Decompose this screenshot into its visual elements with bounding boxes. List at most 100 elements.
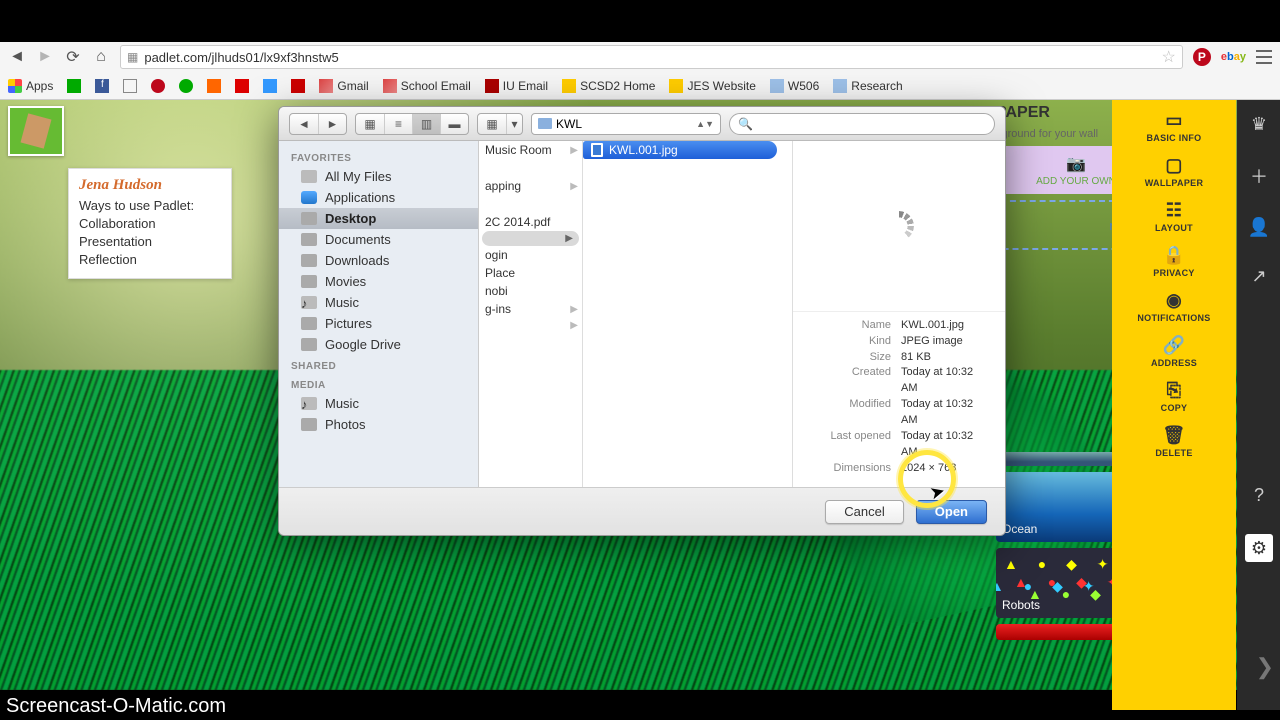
- open-button[interactable]: Open: [916, 500, 987, 524]
- list-item[interactable]: nobi: [479, 282, 582, 300]
- tab-layout[interactable]: ☷LAYOUT: [1155, 200, 1193, 233]
- arrange-menu[interactable]: ▦▾: [477, 113, 523, 135]
- bm-item[interactable]: [123, 79, 137, 93]
- settings-sidebar: ▭BASIC INFO ▢WALLPAPER ☷LAYOUT 🔒PRIVACY …: [1112, 100, 1236, 710]
- list-item[interactable]: 2C 2014.pdf: [479, 213, 582, 231]
- pinterest-icon[interactable]: P: [1193, 48, 1211, 66]
- copy-icon: ⎘: [1167, 380, 1182, 401]
- tab-address[interactable]: 🔗ADDRESS: [1151, 335, 1197, 368]
- menu-button[interactable]: [1256, 50, 1272, 64]
- bm-item[interactable]: [207, 79, 221, 93]
- sidebar-item-google-drive[interactable]: Google Drive: [279, 334, 478, 355]
- bm-item[interactable]: [263, 79, 277, 93]
- sidebar-item-desktop[interactable]: Desktop: [279, 208, 478, 229]
- sidebar-item-music[interactable]: ♪Music: [279, 292, 478, 313]
- view-list[interactable]: ≡: [384, 114, 412, 134]
- bm-item[interactable]: [67, 79, 81, 93]
- camera-icon: 📷: [1066, 154, 1086, 174]
- note-line: Collaboration: [79, 216, 221, 231]
- url-bar[interactable]: ▦ padlet.com/jlhuds01/lx9xf3hnstw5 ☆: [120, 45, 1183, 69]
- bm-item[interactable]: [235, 79, 249, 93]
- ebay-icon[interactable]: ebay: [1221, 51, 1246, 63]
- bm-apps[interactable]: Apps: [8, 79, 53, 93]
- column-files[interactable]: KWL.001.jpg: [583, 141, 793, 487]
- view-coverflow[interactable]: ▬: [440, 114, 468, 134]
- url-text: padlet.com/jlhuds01/lx9xf3hnstw5: [144, 50, 338, 65]
- list-item[interactable]: ogin: [479, 246, 582, 264]
- chevron-updown-icon: ▲▼: [696, 119, 714, 129]
- bm-research[interactable]: Research: [833, 79, 902, 93]
- view-icons[interactable]: ▦: [356, 114, 384, 134]
- list-item[interactable]: Music Room▶: [479, 141, 582, 159]
- watermark: Screencast-O-Matic.com: [6, 695, 226, 718]
- back-button[interactable]: ◄: [8, 48, 26, 66]
- sidebar-item-pictures[interactable]: Pictures: [279, 313, 478, 334]
- reload-button[interactable]: ⟳: [64, 48, 82, 66]
- note-card[interactable]: Jena Hudson Ways to use Padlet: Collabor…: [68, 168, 232, 279]
- search-input[interactable]: 🔍: [729, 113, 995, 135]
- bm-gmail[interactable]: Gmail: [319, 79, 368, 93]
- lock-icon: 🔒: [1163, 245, 1186, 266]
- tab-delete[interactable]: 🗑DELETE: [1155, 425, 1192, 458]
- list-item[interactable]: apping▶: [479, 177, 582, 195]
- preview-loading: [793, 141, 1005, 311]
- share-icon[interactable]: ↗: [1251, 266, 1266, 287]
- list-item[interactable]: g-ins▶: [479, 300, 582, 318]
- nav-back[interactable]: ◄: [290, 114, 318, 134]
- file-selected[interactable]: KWL.001.jpg: [583, 141, 777, 159]
- link-icon: 🔗: [1163, 335, 1186, 356]
- nav-forward[interactable]: ►: [318, 114, 346, 134]
- search-icon: 🔍: [738, 117, 753, 131]
- list-item[interactable]: Place: [479, 264, 582, 282]
- sidebar-item-downloads[interactable]: Downloads: [279, 250, 478, 271]
- tab-basic-info[interactable]: ▭BASIC INFO: [1146, 110, 1201, 143]
- path-label: KWL: [556, 117, 582, 131]
- view-switch[interactable]: ▦ ≡ ▥ ▬: [355, 113, 469, 135]
- sidebar-item-media-photos[interactable]: Photos: [279, 414, 478, 435]
- note-title: Ways to use Padlet:: [79, 198, 221, 213]
- media-header: MEDIA: [279, 374, 478, 393]
- layout-icon: ☷: [1166, 200, 1182, 221]
- user-icon[interactable]: 👤: [1248, 217, 1270, 238]
- bookmark-star-icon[interactable]: ☆: [1162, 47, 1176, 67]
- sidebar-item-applications[interactable]: Applications: [279, 187, 478, 208]
- tab-notifications[interactable]: ◉NOTIFICATIONS: [1137, 290, 1210, 323]
- bm-iu-email[interactable]: IU Email: [485, 79, 548, 93]
- help-icon[interactable]: ?: [1254, 485, 1264, 506]
- bm-item[interactable]: [151, 79, 165, 93]
- home-button[interactable]: ⌂: [92, 48, 110, 66]
- list-item[interactable]: ▶: [479, 318, 582, 333]
- tab-wallpaper[interactable]: ▢WALLPAPER: [1145, 155, 1204, 188]
- sidebar-item-movies[interactable]: Movies: [279, 271, 478, 292]
- forward-button[interactable]: ►: [36, 48, 54, 66]
- bm-w506[interactable]: W506: [770, 79, 819, 93]
- tab-copy[interactable]: ⎘COPY: [1161, 380, 1188, 413]
- trash-icon: 🗑: [1162, 425, 1185, 446]
- plus-icon[interactable]: ＋: [1250, 163, 1268, 189]
- path-dropdown[interactable]: KWL ▲▼: [531, 113, 721, 135]
- bm-item[interactable]: [291, 79, 305, 93]
- bm-jes[interactable]: JES Website: [669, 79, 755, 93]
- dialog-footer: Cancel Open: [279, 487, 1005, 535]
- bm-item[interactable]: f: [95, 79, 109, 93]
- tab-privacy[interactable]: 🔒PRIVACY: [1153, 245, 1194, 278]
- column-parent[interactable]: Music Room▶ apping▶ 2C 2014.pdf ▶ ogin P…: [479, 141, 583, 487]
- file-open-dialog: ◄► ▦ ≡ ▥ ▬ ▦▾ KWL ▲▼ 🔍 FAVORITES All My …: [278, 106, 1006, 536]
- view-columns[interactable]: ▥: [412, 114, 440, 134]
- bm-scsd2[interactable]: SCSD2 Home: [562, 79, 655, 93]
- sidebar-item-all-my-files[interactable]: All My Files: [279, 166, 478, 187]
- bm-school-email[interactable]: School Email: [383, 79, 471, 93]
- page-content: Jena Hudson Ways to use Padlet: Collabor…: [0, 100, 1280, 690]
- note-line: Reflection: [79, 252, 221, 267]
- sidebar-item-documents[interactable]: Documents: [279, 229, 478, 250]
- gear-icon[interactable]: ⚙: [1245, 534, 1273, 562]
- crown-icon[interactable]: ♛: [1251, 114, 1267, 135]
- app-actions-strip: ♛ ＋ 👤 ↗ ? ⚙: [1237, 100, 1280, 710]
- list-item-selected[interactable]: ▶: [482, 231, 579, 246]
- sidebar-item-media-music[interactable]: ♪Music: [279, 393, 478, 414]
- bm-item[interactable]: [179, 79, 193, 93]
- nav-back-forward[interactable]: ◄►: [289, 113, 347, 135]
- next-icon[interactable]: ❯: [1256, 654, 1274, 680]
- author-avatar[interactable]: [8, 106, 64, 156]
- cancel-button[interactable]: Cancel: [825, 500, 903, 524]
